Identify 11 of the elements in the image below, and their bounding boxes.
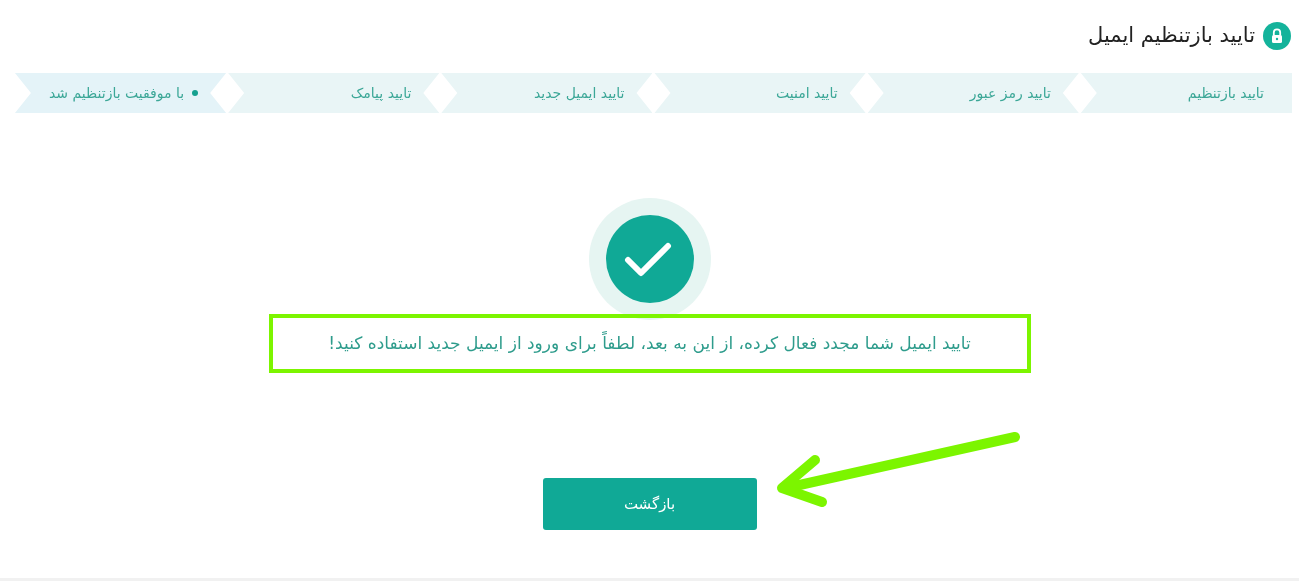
step-tab[interactable]: تایید رمز عبور	[867, 73, 1079, 113]
step-tab[interactable]: تایید بازتنظیم	[1080, 73, 1292, 113]
success-message: تایید ایمیل شما مجدد فعال کرده، از این به بعد، لطفاً برای ورود از ایمیل جدید استفاده کنید!	[328, 330, 971, 355]
lock-icon	[1263, 22, 1291, 50]
step-tab[interactable]: با موفقیت بازتنظیم شد	[14, 73, 227, 113]
step-tab[interactable]: تایید پیامک	[228, 73, 440, 113]
step-tab[interactable]: تایید امنیت	[654, 73, 866, 113]
back-button[interactable]: بازگشت	[542, 478, 757, 530]
step-tab[interactable]: تایید ایمیل جدید	[441, 73, 653, 113]
check-icon	[605, 215, 694, 303]
page-title: تایید بازتنظیم ایمیل	[1088, 22, 1255, 50]
